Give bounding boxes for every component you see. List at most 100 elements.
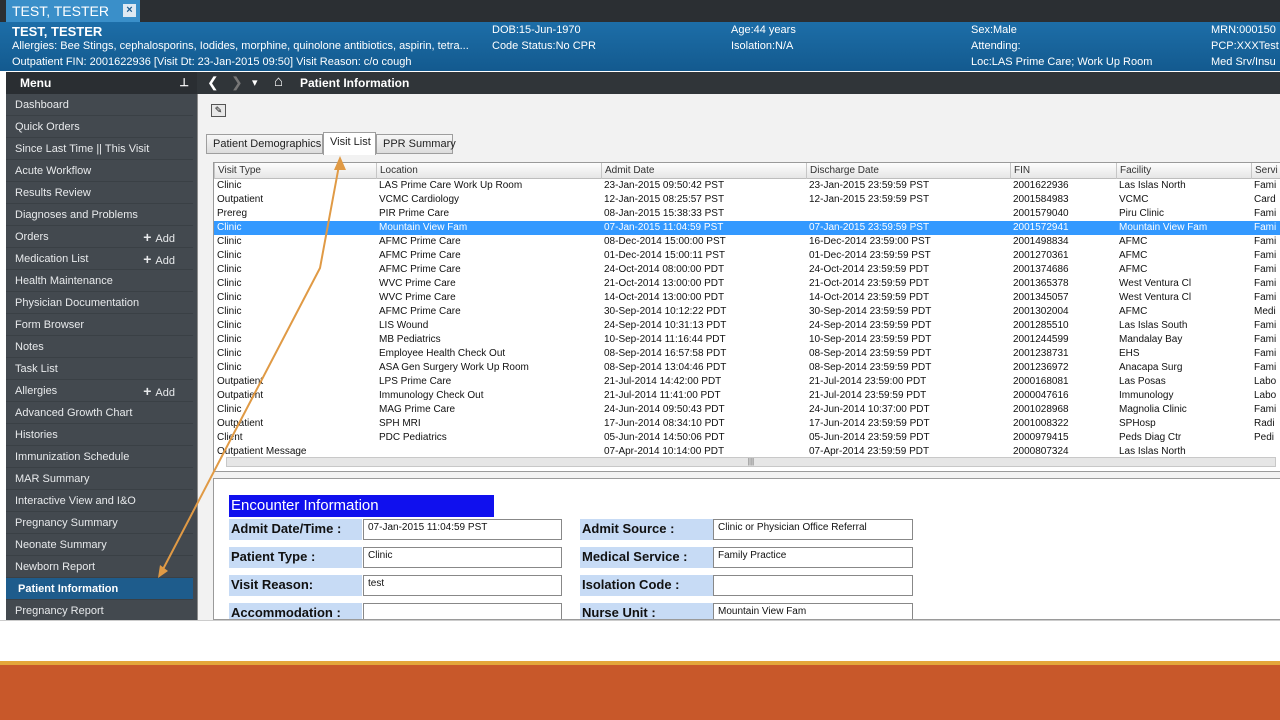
admit-source-field[interactable]: Clinic or Physician Office Referral <box>713 519 913 540</box>
medical-service-field[interactable]: Family Practice <box>713 547 913 568</box>
table-cell: Mountain View Fam <box>379 222 468 233</box>
admit-date-field[interactable]: 07-Jan-2015 11:04:59 PST <box>363 519 562 540</box>
table-cell: LIS Wound <box>379 320 429 331</box>
table-cell: 24-Oct-2014 23:59:59 PDT <box>809 264 930 275</box>
table-cell: 21-Oct-2014 13:00:00 PDT <box>604 278 725 289</box>
column-header[interactable]: Discharge Date <box>806 163 1010 179</box>
pin-icon[interactable]: ⊥ <box>179 72 189 94</box>
menu-item-pregnancy-report[interactable]: Pregnancy Report <box>6 600 193 622</box>
table-cell: 08-Jan-2015 15:38:33 PST <box>604 208 725 219</box>
menu-item-advanced-growth-chart[interactable]: Advanced Growth Chart <box>6 402 193 424</box>
add-button[interactable]: + Add <box>143 380 175 404</box>
menu-item-dashboard[interactable]: Dashboard <box>6 94 193 116</box>
table-row[interactable]: Clinic MB Pediatrics 10-Sep-2014 11:16:44 … <box>214 333 1280 347</box>
table-row[interactable]: Clinic LAS Prime Care Work Up Room 23-Jan-… <box>214 179 1280 193</box>
menu-item-mar-summary[interactable]: MAR Summary <box>6 468 193 490</box>
add-button[interactable]: + Add <box>143 248 175 272</box>
table-cell: 2001579040 <box>1013 208 1069 219</box>
table-cell: Clinic <box>217 264 242 275</box>
table-cell: Outpatient <box>217 194 264 205</box>
column-header[interactable]: Visit Type <box>214 163 376 179</box>
accommodation-field[interactable] <box>363 603 562 619</box>
menu-item-form-browser[interactable]: Form Browser <box>6 314 193 336</box>
table-row[interactable]: Clinic MAG Prime Care 24-Jun-2014 09:50:43… <box>214 403 1280 417</box>
table-row[interactable]: Clinic AFMC Prime Care 24-Oct-2014 08:00:0… <box>214 263 1280 277</box>
menu-item-immunization-schedule[interactable]: Immunization Schedule <box>6 446 193 468</box>
column-header[interactable]: Admit Date <box>601 163 806 179</box>
table-row[interactable]: Client PDC Pediatrics 05-Jun-2014 14:50:06… <box>214 431 1280 445</box>
admit-date-label: Admit Date/Time : <box>229 519 362 540</box>
table-row[interactable]: Clinic AFMC Prime Care 30-Sep-2014 10:12:2… <box>214 305 1280 319</box>
table-row[interactable]: Clinic AFMC Prime Care 08-Dec-2014 15:00:0… <box>214 235 1280 249</box>
column-header[interactable]: Servi <box>1251 163 1280 179</box>
table-cell: Clinic <box>217 278 242 289</box>
table-cell: 24-Oct-2014 08:00:00 PDT <box>604 264 725 275</box>
tab-ppr-summary[interactable]: PPR Summary <box>376 134 456 154</box>
table-cell: 08-Sep-2014 13:04:46 PDT <box>604 362 727 373</box>
table-cell: SPH MRI <box>379 418 421 429</box>
table-row[interactable]: Clinic Mountain View Fam 07-Jan-2015 11:04… <box>214 221 1280 235</box>
tab-patient-demographics[interactable]: Patient Demographics <box>206 134 323 154</box>
table-cell: Clinic <box>217 306 242 317</box>
menu-item-physician-documentation[interactable]: Physician Documentation <box>6 292 193 314</box>
history-dropdown-icon[interactable]: ▾ <box>252 76 258 89</box>
menu-item-quick-orders[interactable]: Quick Orders <box>6 116 193 138</box>
tab-visit-list[interactable]: Visit List <box>323 132 376 155</box>
table-cell: West Ventura Cl <box>1119 278 1192 289</box>
patient-type-field[interactable]: Clinic <box>363 547 562 568</box>
bottom-accent-bar <box>0 661 1280 720</box>
menu-item-acute-workflow[interactable]: Acute Workflow <box>6 160 193 182</box>
menu-item-diagnoses-and-problems[interactable]: Diagnoses and Problems <box>6 204 193 226</box>
table-cell: PIR Prime Care <box>379 208 450 219</box>
table-cell: 2001345057 <box>1013 292 1069 303</box>
forward-icon[interactable]: ❯ <box>231 74 243 91</box>
table-row[interactable]: Clinic LIS Wound 24-Sep-2014 10:31:13 PDT 2… <box>214 319 1280 333</box>
table-row[interactable]: Clinic Employee Health Check Out 08-Sep-20… <box>214 347 1280 361</box>
menu-item-patient-information[interactable]: Patient Information <box>6 578 193 600</box>
menu-item-since-last-time-this-visit[interactable]: Since Last Time || This Visit <box>6 138 193 160</box>
menu-item-label: Dashboard <box>15 99 69 111</box>
table-row[interactable]: Prereg PIR Prime Care 08-Jan-2015 15:38:33… <box>214 207 1280 221</box>
table-cell: 24-Jun-2014 10:37:00 PDT <box>809 404 930 415</box>
close-icon[interactable]: × <box>123 4 136 17</box>
menu-item-results-review[interactable]: Results Review <box>6 182 193 204</box>
menu-item-medication-list[interactable]: Medication List + Add <box>6 248 193 270</box>
isolation-code-field[interactable] <box>713 575 913 596</box>
menu-item-histories[interactable]: Histories <box>6 424 193 446</box>
edit-form-icon[interactable]: ✎ <box>211 104 226 117</box>
menu-item-notes[interactable]: Notes <box>6 336 193 358</box>
table-row[interactable]: Clinic ASA Gen Surgery Work Up Room 08-Sep… <box>214 361 1280 375</box>
column-header[interactable]: Facility <box>1116 163 1251 179</box>
table-cell: 12-Jan-2015 08:25:57 PST <box>604 194 725 205</box>
add-button[interactable]: + Add <box>143 226 175 250</box>
menu-item-task-list[interactable]: Task List <box>6 358 193 380</box>
back-icon[interactable]: ❮ <box>207 74 219 91</box>
table-row[interactable]: Outpatient VCMC Cardiology 12-Jan-2015 08:… <box>214 193 1280 207</box>
menu-item-allergies[interactable]: Allergies + Add <box>6 380 193 402</box>
horizontal-scrollbar[interactable]: ||| <box>226 457 1276 467</box>
table-cell: 2001244599 <box>1013 334 1069 345</box>
menu-item-orders[interactable]: Orders + Add <box>6 226 193 248</box>
table-row[interactable]: Outpatient SPH MRI 17-Jun-2014 08:34:10 PD… <box>214 417 1280 431</box>
home-icon[interactable]: ⌂ <box>274 73 283 90</box>
nurse-unit-field[interactable]: Mountain View Fam <box>713 603 913 619</box>
column-header[interactable]: FIN <box>1010 163 1116 179</box>
menu-item-pregnancy-summary[interactable]: Pregnancy Summary <box>6 512 193 534</box>
menu-item-label: Notes <box>15 341 44 353</box>
table-row[interactable]: Clinic AFMC Prime Care 01-Dec-2014 15:00:1… <box>214 249 1280 263</box>
menu-item-health-maintenance[interactable]: Health Maintenance <box>6 270 193 292</box>
table-row[interactable]: Clinic WVC Prime Care 21-Oct-2014 13:00:00… <box>214 277 1280 291</box>
menu-item-interactive-view-and-i-o[interactable]: Interactive View and I&O <box>6 490 193 512</box>
table-row[interactable]: Clinic WVC Prime Care 14-Oct-2014 13:00:00… <box>214 291 1280 305</box>
table-cell: 2001374686 <box>1013 264 1069 275</box>
menu-item-label: Acute Workflow <box>15 165 92 177</box>
patient-tab[interactable]: TEST, TESTER × <box>6 0 140 22</box>
table-row[interactable]: Outpatient LPS Prime Care 21-Jul-2014 14:4… <box>214 375 1280 389</box>
table-cell: 08-Sep-2014 23:59:59 PDT <box>809 362 932 373</box>
visit-reason-label: Visit Reason: <box>229 575 362 596</box>
menu-item-newborn-report[interactable]: Newborn Report <box>6 556 193 578</box>
column-header[interactable]: Location <box>376 163 601 179</box>
menu-item-neonate-summary[interactable]: Neonate Summary <box>6 534 193 556</box>
table-row[interactable]: Outpatient Immunology Check Out 21-Jul-201… <box>214 389 1280 403</box>
visit-reason-field[interactable]: test <box>363 575 562 596</box>
